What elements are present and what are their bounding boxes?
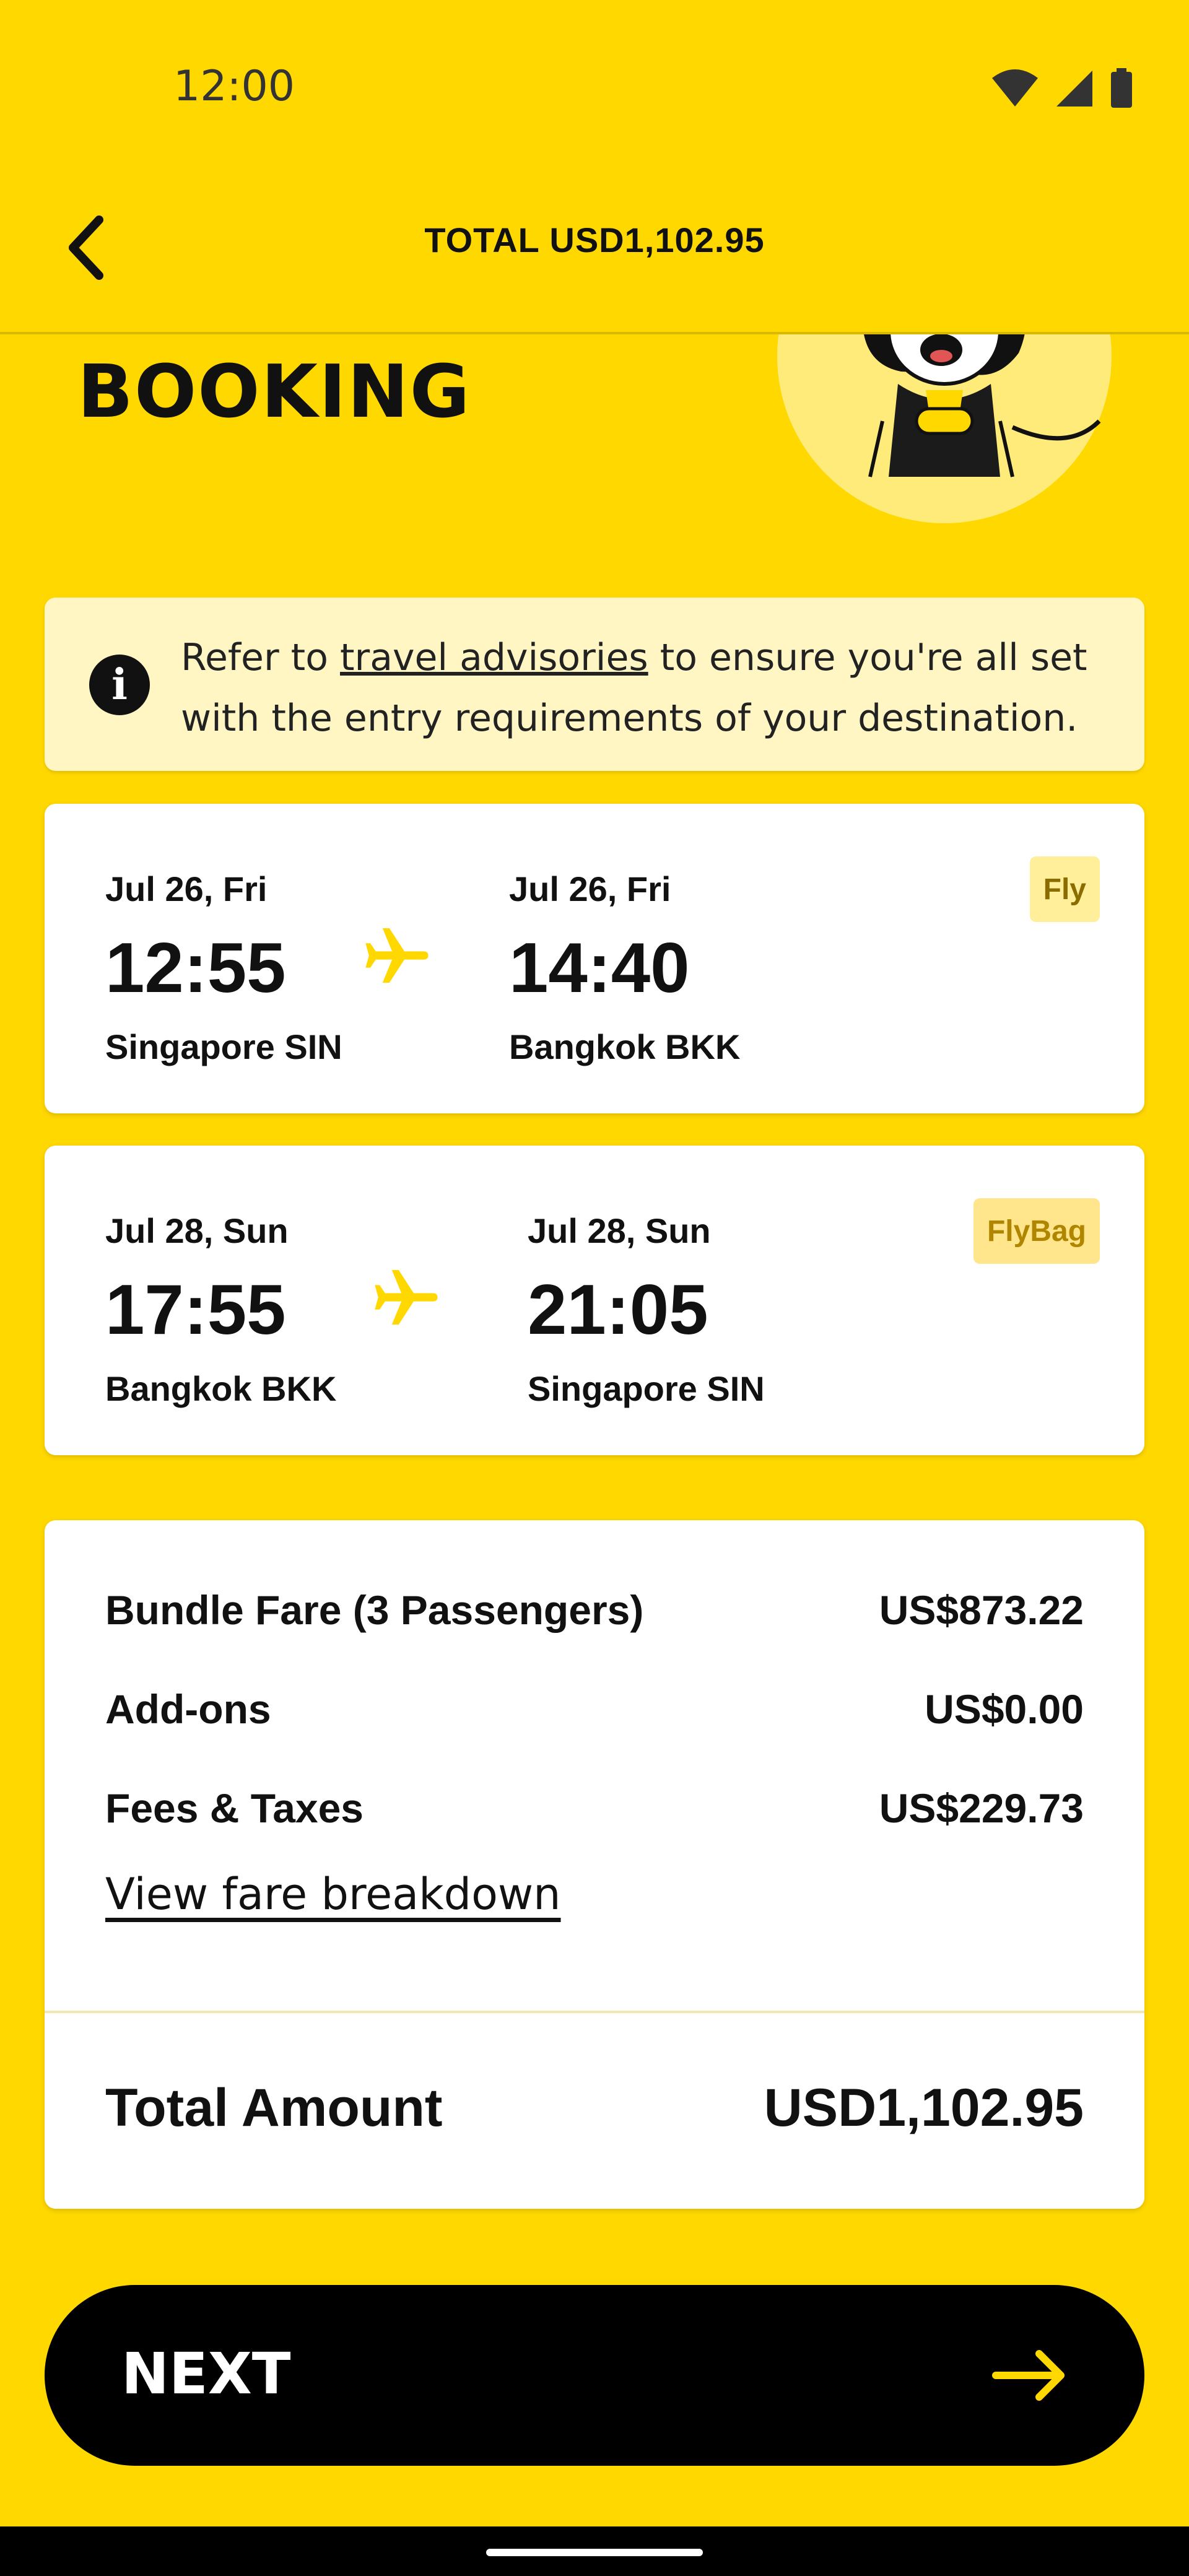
fare-type-badge: Fly xyxy=(1029,856,1100,922)
app-header: TOTAL USD1,102.95 xyxy=(0,186,1189,334)
review-section: REVIEW BOOKING xyxy=(0,334,1189,582)
advisory-text: Refer to travel advisories to ensure you… xyxy=(181,627,1110,749)
next-button[interactable]: NEXT xyxy=(45,2285,1144,2466)
travel-advisory-banner: i Refer to travel advisories to ensure y… xyxy=(45,598,1144,771)
page-title-line-1: REVIEW xyxy=(77,334,471,346)
arrival-date: Jul 26, Fri xyxy=(509,869,671,908)
travel-advisories-link[interactable]: travel advisories xyxy=(340,636,648,679)
fare-row-label: Bundle Fare (3 Passengers) xyxy=(105,1587,644,1633)
battery-icon xyxy=(1111,68,1132,108)
fare-row-label: Fees & Taxes xyxy=(105,1785,364,1831)
departure-place: Bangkok BKK xyxy=(105,1369,337,1408)
signal-icon xyxy=(1056,71,1092,107)
view-fare-breakdown-link[interactable]: View fare breakdown xyxy=(105,1869,561,1920)
departure-date: Jul 28, Sun xyxy=(105,1211,289,1250)
fare-row-label: Add-ons xyxy=(105,1686,271,1732)
arrival-time: 14:40 xyxy=(509,929,690,1007)
total-amount-value: USD1,102.95 xyxy=(764,2078,1084,2138)
page-title-line-2: BOOKING xyxy=(77,349,471,434)
departure-date: Jul 26, Fri xyxy=(105,869,268,908)
departure-time: 12:55 xyxy=(105,929,286,1007)
flight-card-outbound: Jul 26, Fri 12:55 Singapore SIN Jul 26, … xyxy=(45,804,1144,1113)
fare-row-amount: US$229.73 xyxy=(879,1785,1084,1831)
total-amount-row: Total Amount USD1,102.95 xyxy=(105,2078,1084,2139)
plane-icon xyxy=(375,1270,438,1325)
arrival-date: Jul 28, Sun xyxy=(528,1211,711,1250)
arrival-time: 21:05 xyxy=(528,1271,708,1349)
wifi-icon xyxy=(992,69,1038,107)
divider xyxy=(45,2011,1144,2013)
page-title: REVIEW BOOKING xyxy=(77,334,471,437)
system-navigation-bar xyxy=(0,2526,1189,2576)
mascot-illustration xyxy=(777,334,1112,523)
fare-row-addons: Add-ons US$0.00 xyxy=(105,1681,1084,1737)
flight-card-return: Jul 28, Sun 17:55 Bangkok BKK Jul 28, Su… xyxy=(45,1146,1144,1455)
departure-place: Singapore SIN xyxy=(105,1027,342,1066)
status-bar: 12:00 xyxy=(0,0,1189,186)
arrow-right-icon xyxy=(992,2350,1065,2401)
departure-time: 17:55 xyxy=(105,1271,286,1349)
plane-icon xyxy=(365,928,429,983)
fare-row-fees: Fees & Taxes US$229.73 xyxy=(105,1780,1084,1836)
fare-row-amount: US$873.22 xyxy=(879,1587,1084,1633)
fare-type-badge: FlyBag xyxy=(973,1198,1100,1264)
total-amount-label: Total Amount xyxy=(105,2078,443,2138)
header-total-title: TOTAL USD1,102.95 xyxy=(424,220,765,259)
status-icons xyxy=(991,68,1133,109)
arrival-place: Bangkok BKK xyxy=(509,1027,741,1066)
fare-summary-card: Bundle Fare (3 Passengers) US$873.22 Add… xyxy=(45,1520,1144,2209)
fare-row-bundle: Bundle Fare (3 Passengers) US$873.22 xyxy=(105,1582,1084,1638)
arrival-place: Singapore SIN xyxy=(528,1369,765,1408)
fare-row-amount: US$0.00 xyxy=(925,1686,1084,1732)
home-gesture-handle[interactable] xyxy=(486,2549,703,2556)
advisory-prefix: Refer to xyxy=(181,636,340,679)
next-button-label: NEXT xyxy=(121,2341,291,2407)
info-icon: i xyxy=(89,655,150,715)
status-time: 12:00 xyxy=(173,62,295,111)
